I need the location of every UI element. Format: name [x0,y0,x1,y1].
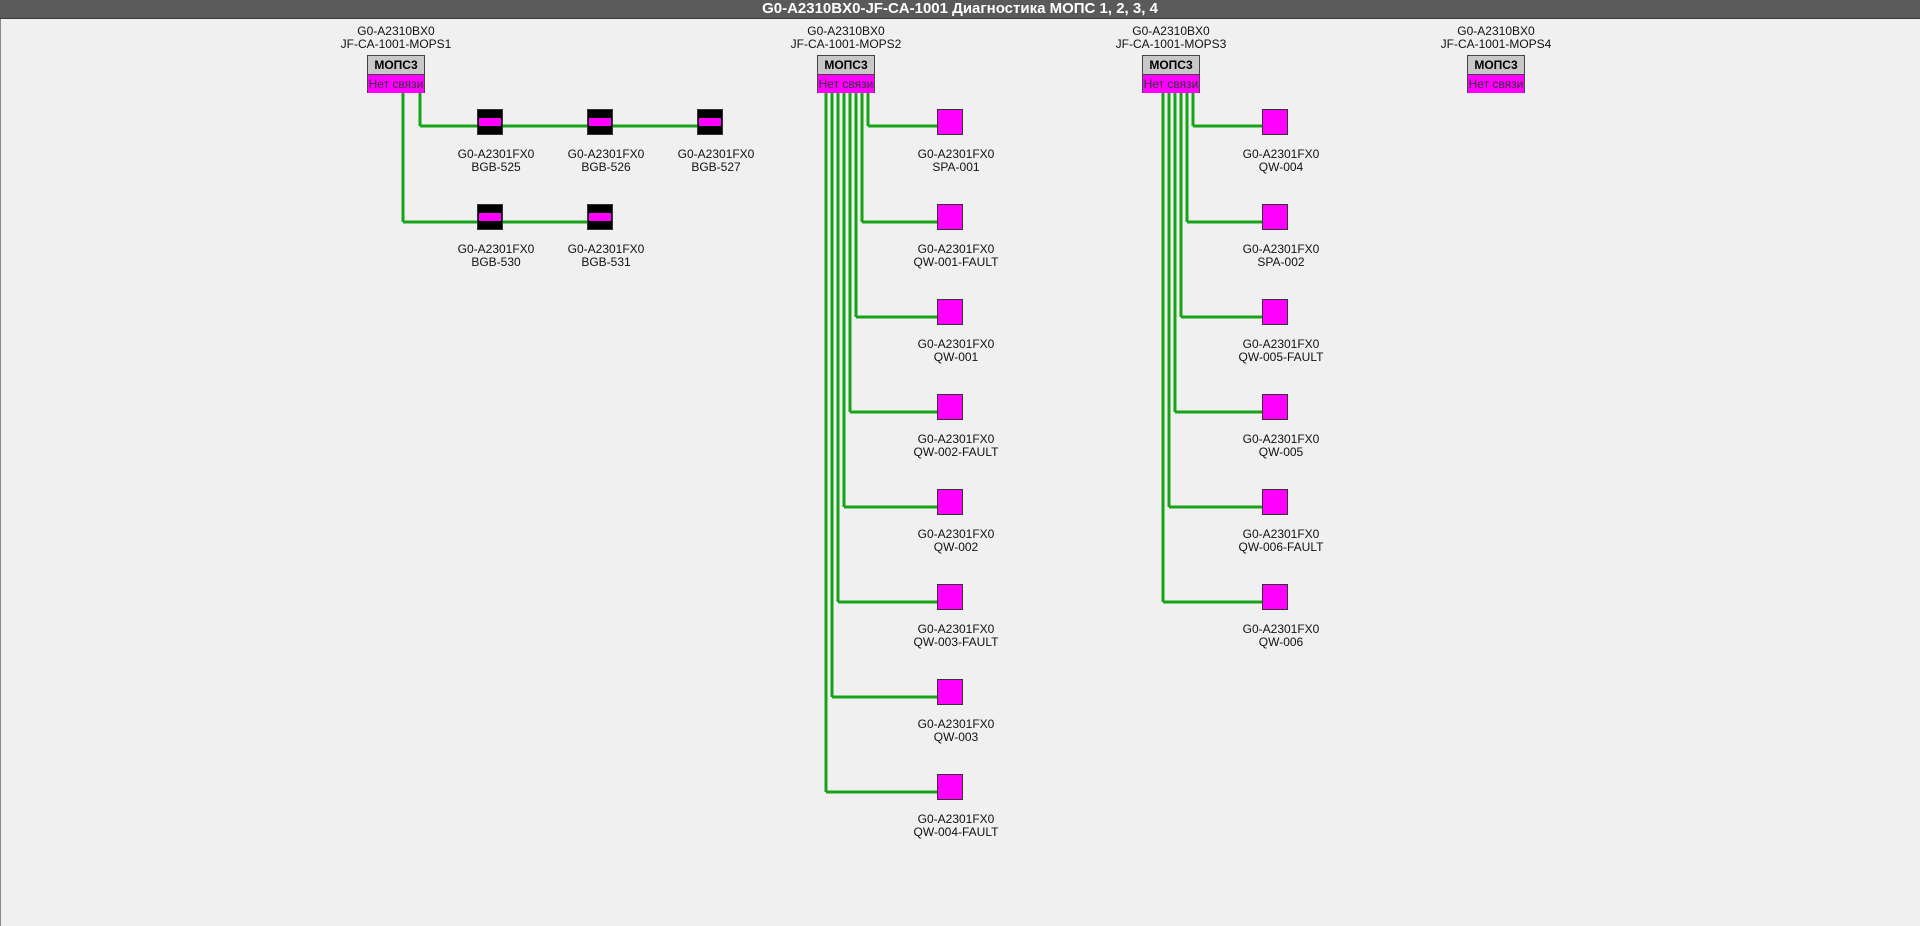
device-label: G0-A2301FX0 QW-005 [1201,433,1361,459]
device-qw-006-fault[interactable] [1262,489,1288,515]
device-label: G0-A2301FX0 BGB-527 [636,148,796,174]
device-bgb-525[interactable] [477,109,503,135]
mops-module-3[interactable]: МОПС3 Нет связи [1142,55,1200,93]
device-bgb-526[interactable] [587,109,613,135]
mops-module-2[interactable]: МОПС3 Нет связи [817,55,875,93]
device-qw-002[interactable] [937,489,963,515]
device-qw-003[interactable] [937,679,963,705]
device-label: G0-A2301FX0 QW-001 [876,338,1036,364]
device-label-line2: QW-003-FAULT [913,635,999,649]
device-label-line2: BGB-527 [691,160,741,174]
device-label-line2: BGB-531 [581,255,631,269]
mops-module-1[interactable]: МОПС3 Нет связи [367,55,425,93]
module-caption: G0-A2310BX0 JF-CA-1001-MOPS2 [766,25,926,51]
module-name: МОПС3 [1468,56,1524,75]
device-label: G0-A2301FX0 QW-003 [876,718,1036,744]
mops-module-4[interactable]: МОПС3 Нет связи [1467,55,1525,93]
module-caption: G0-A2310BX0 JF-CA-1001-MOPS1 [316,25,476,51]
device-qw-001[interactable] [937,299,963,325]
device-bgb-531[interactable] [587,204,613,230]
device-label-line2: QW-005-FAULT [1238,350,1324,364]
device-label-line2: QW-004-FAULT [913,825,999,839]
alarm-band-icon [589,213,611,221]
device-label: G0-A2301FX0 QW-004 [1201,148,1361,174]
module-caption: G0-A2310BX0 JF-CA-1001-MOPS4 [1416,25,1576,51]
device-qw-005-fault[interactable] [1262,299,1288,325]
device-label-line2: SPA-001 [932,160,980,174]
alarm-band-icon [589,118,611,126]
device-bgb-527[interactable] [697,109,723,135]
device-qw-004[interactable] [1262,109,1288,135]
device-label-line2: QW-002 [933,540,979,554]
device-qw-004-fault[interactable] [937,774,963,800]
module-caption-line2: JF-CA-1001-MOPS2 [790,37,902,51]
device-spa-002[interactable] [1262,204,1288,230]
device-label: G0-A2301FX0 QW-006 [1201,623,1361,649]
module-name: МОПС3 [818,56,874,75]
alarm-band-icon [699,118,721,126]
device-qw-006[interactable] [1262,584,1288,610]
module-status: Нет связи [368,75,424,93]
device-label-line2: QW-001 [933,350,979,364]
module-name: МОПС3 [368,56,424,75]
module-status: Нет связи [818,75,874,93]
device-label-line2: QW-006-FAULT [1238,540,1324,554]
module-caption-line2: JF-CA-1001-MOPS4 [1440,37,1552,51]
device-spa-001[interactable] [937,109,963,135]
device-label-line2: QW-002-FAULT [913,445,999,459]
alarm-band-icon [479,213,501,221]
device-qw-002-fault[interactable] [937,394,963,420]
module-caption-line2: JF-CA-1001-MOPS3 [1115,37,1227,51]
device-label-line2: QW-003 [933,730,979,744]
device-qw-001-fault[interactable] [937,204,963,230]
alarm-band-icon [479,118,501,126]
diagnostic-diagram: G0-A2310BX0 JF-CA-1001-MOPS1 МОПС3 Нет связ… [0,19,1920,926]
module-caption-line2: JF-CA-1001-MOPS1 [340,37,452,51]
module-caption: G0-A2310BX0 JF-CA-1001-MOPS3 [1091,25,1251,51]
device-qw-005[interactable] [1262,394,1288,420]
device-label: G0-A2301FX0 QW-002 [876,528,1036,554]
module-status: Нет связи [1143,75,1199,93]
device-label: G0-A2301FX0 QW-002-FAULT [876,433,1036,459]
device-label-line2: QW-005 [1258,445,1304,459]
device-label: G0-A2301FX0 QW-005-FAULT [1201,338,1361,364]
device-label: G0-A2301FX0 SPA-001 [876,148,1036,174]
device-label-line2: QW-006 [1258,635,1304,649]
device-qw-003-fault[interactable] [937,584,963,610]
window-title: G0-A2310BX0-JF-CA-1001 Диагностика МОПС … [0,0,1920,19]
device-label-line2: QW-004 [1258,160,1304,174]
device-label-line2: QW-001-FAULT [913,255,999,269]
device-label-line2: SPA-002 [1257,255,1305,269]
device-label: G0-A2301FX0 SPA-002 [1201,243,1361,269]
device-label: G0-A2301FX0 QW-001-FAULT [876,243,1036,269]
device-label: G0-A2301FX0 QW-003-FAULT [876,623,1036,649]
device-label: G0-A2301FX0 QW-006-FAULT [1201,528,1361,554]
module-name: МОПС3 [1143,56,1199,75]
module-status: Нет связи [1468,75,1524,93]
device-bgb-530[interactable] [477,204,503,230]
device-label: G0-A2301FX0 QW-004-FAULT [876,813,1036,839]
device-label: G0-A2301FX0 BGB-531 [526,243,686,269]
